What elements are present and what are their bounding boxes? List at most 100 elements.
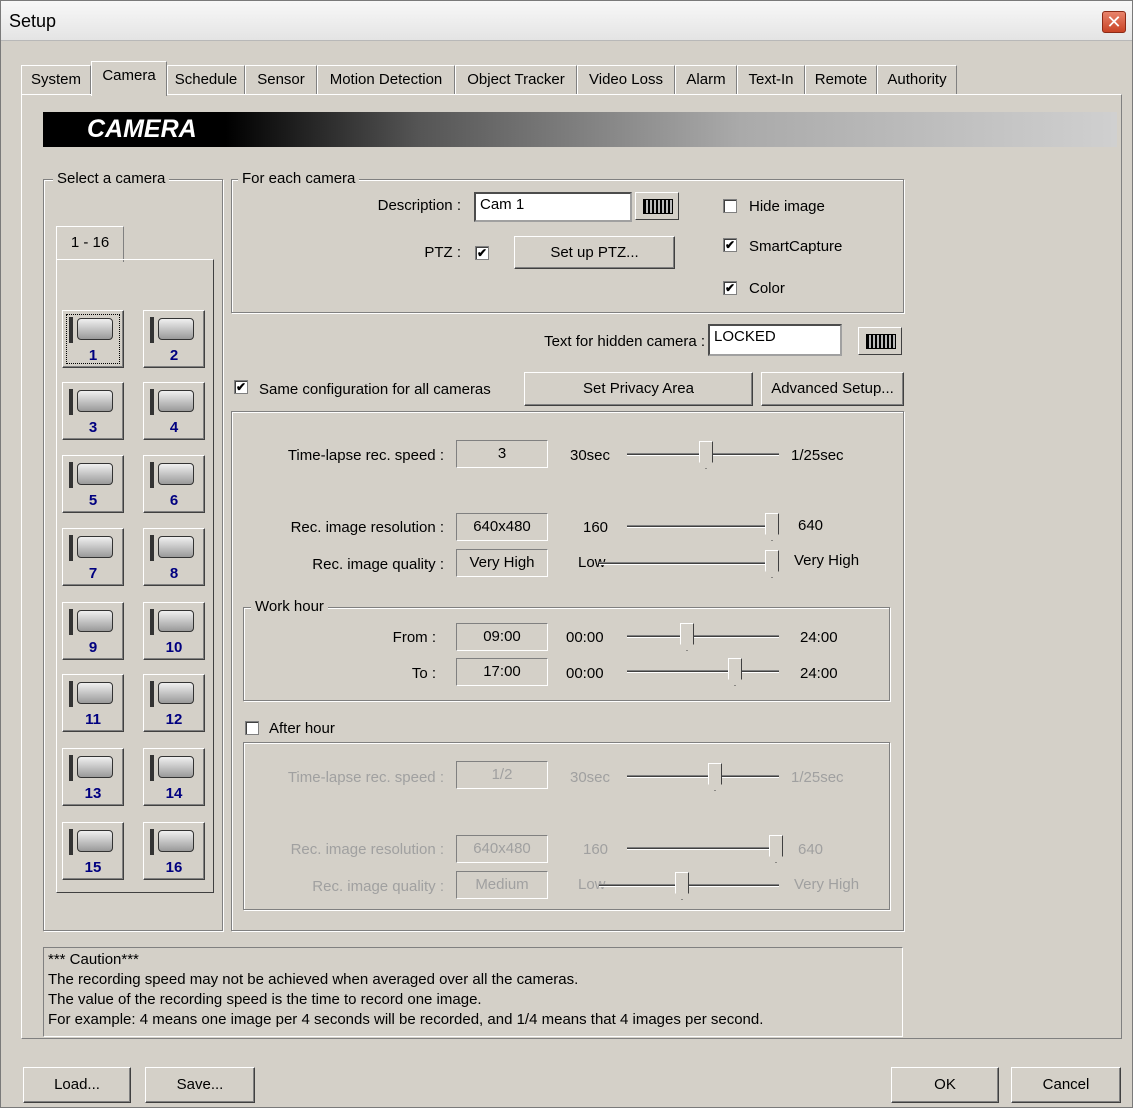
camera-icon xyxy=(77,830,113,852)
slider-thumb[interactable] xyxy=(680,623,694,651)
camera-number: 14 xyxy=(165,785,183,802)
same-config-label: Same configuration for all cameras xyxy=(259,381,491,398)
after-timelapse-slider xyxy=(627,761,779,791)
camera-button-4[interactable]: 4 xyxy=(143,382,205,440)
load-button[interactable]: Load... xyxy=(23,1067,131,1103)
camera-button-11[interactable]: 11 xyxy=(62,674,124,732)
camera-range-tab[interactable]: 1 - 16 xyxy=(56,226,124,262)
tab-schedule[interactable]: Schedule xyxy=(167,65,245,95)
camera-lens-icon xyxy=(150,535,162,561)
timelapse-min: 30sec xyxy=(570,447,611,464)
hidden-camera-text-label: Text for hidden camera : xyxy=(544,333,705,350)
camera-icon xyxy=(158,318,194,340)
to-slider[interactable] xyxy=(627,656,779,686)
setup-window: Setup ✕ System Camera Schedule Sensor Mo… xyxy=(0,0,1133,1108)
tab-text-in[interactable]: Text-In xyxy=(737,65,805,95)
camera-button-2[interactable]: 2 xyxy=(143,310,205,368)
camera-lens-icon xyxy=(69,829,81,855)
camera-icon xyxy=(158,756,194,778)
camera-icon xyxy=(77,756,113,778)
after-timelapse-min: 30sec xyxy=(570,769,611,786)
camera-lens-icon xyxy=(150,389,162,415)
set-privacy-area-button[interactable]: Set Privacy Area xyxy=(524,372,753,406)
after-hour-label: After hour xyxy=(269,720,335,737)
camera-button-16[interactable]: 16 xyxy=(143,822,205,880)
tab-system[interactable]: System xyxy=(21,65,91,95)
camera-number: 13 xyxy=(84,785,102,802)
camera-lens-icon xyxy=(150,462,162,488)
camera-lens-icon xyxy=(69,389,81,415)
camera-icon xyxy=(158,610,194,632)
tab-motion-detection[interactable]: Motion Detection xyxy=(317,65,455,95)
description-label: Description : xyxy=(377,197,461,214)
camera-button-14[interactable]: 14 xyxy=(143,748,205,806)
camera-lens-icon xyxy=(69,755,81,781)
setup-ptz-button[interactable]: Set up PTZ... xyxy=(514,236,675,269)
tab-camera[interactable]: Camera xyxy=(91,61,167,96)
camera-button-6[interactable]: 6 xyxy=(143,455,205,513)
quality-slider[interactable] xyxy=(599,548,779,578)
camera-button-1[interactable]: 1 xyxy=(62,310,124,368)
timelapse-slider[interactable] xyxy=(627,439,779,469)
camera-button-15[interactable]: 15 xyxy=(62,822,124,880)
save-button[interactable]: Save... xyxy=(145,1067,255,1103)
quality-max: Very High xyxy=(794,552,860,569)
camera-icon xyxy=(77,390,113,412)
tab-alarm[interactable]: Alarm xyxy=(675,65,737,95)
to-value: 17:00 xyxy=(456,658,548,686)
camera-number: 10 xyxy=(165,639,183,656)
smartcapture-checkbox[interactable]: ✔ xyxy=(723,238,737,252)
tab-sensor[interactable]: Sensor xyxy=(245,65,317,95)
slider-thumb[interactable] xyxy=(699,441,713,469)
camera-number: 1 xyxy=(88,347,98,364)
description-input[interactable]: Cam 1 xyxy=(474,192,632,222)
slider-thumb[interactable] xyxy=(765,513,779,541)
color-checkbox[interactable]: ✔ xyxy=(723,281,737,295)
close-button[interactable]: ✕ xyxy=(1102,11,1126,33)
tab-remote[interactable]: Remote xyxy=(805,65,877,95)
camera-button-5[interactable]: 5 xyxy=(62,455,124,513)
hidden-text-keyboard-button[interactable] xyxy=(858,327,902,355)
ptz-checkbox[interactable]: ✔ xyxy=(475,246,489,260)
camera-lens-icon xyxy=(150,755,162,781)
camera-button-10[interactable]: 10 xyxy=(143,602,205,660)
from-slider[interactable] xyxy=(627,621,779,651)
work-hour-group xyxy=(243,607,890,701)
tab-object-tracker[interactable]: Object Tracker xyxy=(455,65,577,95)
hide-image-label: Hide image xyxy=(749,198,825,215)
camera-icon xyxy=(77,318,113,340)
hide-image-checkbox[interactable] xyxy=(723,199,737,213)
camera-button-9[interactable]: 9 xyxy=(62,602,124,660)
resolution-slider[interactable] xyxy=(627,511,779,541)
camera-lens-icon xyxy=(69,317,81,343)
resolution-min: 160 xyxy=(583,519,609,536)
camera-icon xyxy=(77,682,113,704)
camera-lens-icon xyxy=(150,681,162,707)
title-bar[interactable]: Setup ✕ xyxy=(1,1,1132,41)
tab-authority[interactable]: Authority xyxy=(877,65,957,95)
advanced-setup-button[interactable]: Advanced Setup... xyxy=(761,372,904,406)
slider-thumb[interactable] xyxy=(765,550,779,578)
resolution-label: Rec. image resolution : xyxy=(290,519,444,536)
cancel-button[interactable]: Cancel xyxy=(1011,1067,1121,1103)
after-hour-checkbox[interactable] xyxy=(245,721,259,735)
close-icon: ✕ xyxy=(1106,12,1122,32)
keyboard-button[interactable] xyxy=(635,192,679,220)
same-config-checkbox[interactable]: ✔ xyxy=(234,380,248,394)
camera-button-3[interactable]: 3 xyxy=(62,382,124,440)
hidden-camera-text-input[interactable]: LOCKED xyxy=(708,324,842,356)
camera-button-8[interactable]: 8 xyxy=(143,528,205,586)
camera-button-12[interactable]: 12 xyxy=(143,674,205,732)
camera-icon xyxy=(77,463,113,485)
slider-thumb[interactable] xyxy=(728,658,742,686)
camera-button-7[interactable]: 7 xyxy=(62,528,124,586)
camera-button-13[interactable]: 13 xyxy=(62,748,124,806)
color-label: Color xyxy=(749,280,785,297)
after-timelapse-max: 1/25sec xyxy=(791,769,844,786)
tab-video-loss[interactable]: Video Loss xyxy=(577,65,675,95)
camera-number: 6 xyxy=(169,492,179,509)
after-quality-max: Very High xyxy=(794,876,860,893)
ok-button[interactable]: OK xyxy=(891,1067,999,1103)
timelapse-value: 3 xyxy=(456,440,548,468)
camera-icon xyxy=(77,536,113,558)
